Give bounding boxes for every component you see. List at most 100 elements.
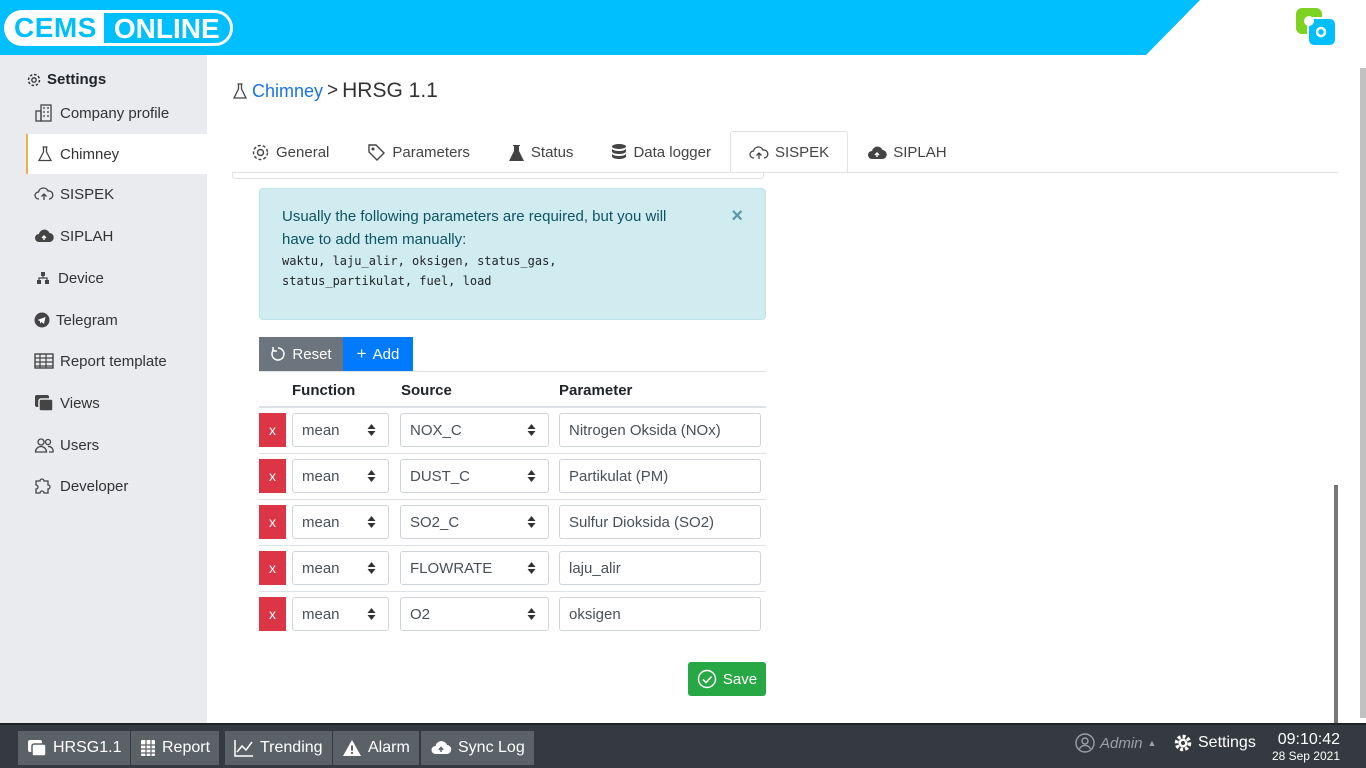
reset-button-label: Reset: [292, 345, 332, 363]
save-button[interactable]: Save: [688, 662, 766, 696]
function-select[interactable]: mean: [292, 597, 389, 631]
add-button[interactable]: + Add: [343, 337, 413, 371]
sidebar-item-views[interactable]: Views: [26, 383, 207, 423]
sidebar-item-telegram[interactable]: Telegram: [26, 300, 207, 340]
column-header-function: Function: [292, 382, 356, 399]
panel-scrollbar[interactable]: [1334, 485, 1338, 723]
sidebar-title-label: Settings: [47, 71, 107, 88]
save-button-label: Save: [722, 670, 758, 688]
taskbar-button-hrsg[interactable]: HRSG1.1: [18, 731, 131, 765]
app-grid-icon[interactable]: [1294, 6, 1340, 50]
settings-button[interactable]: Settings: [1173, 733, 1256, 753]
sort-caret-icon: [527, 562, 536, 574]
bottom-taskbar: HRSG1.1 Report Trending Alarm Sync Log A…: [0, 723, 1366, 768]
table-row: x mean SO2_C Sulfur Dioksida (SO2): [259, 500, 766, 546]
source-select[interactable]: FLOWRATE: [400, 551, 549, 585]
cloud-upload-icon: [35, 229, 54, 243]
source-select-value: O2: [410, 605, 431, 623]
source-select-value: SO2_C: [410, 513, 460, 531]
taskbar-button-sync-log[interactable]: Sync Log: [421, 731, 534, 765]
tab-sispek[interactable]: SISPEK: [730, 131, 849, 173]
database-icon: [612, 144, 627, 159]
taskbar-button-label: Alarm: [368, 739, 410, 756]
flask-icon: [232, 83, 248, 99]
user-menu[interactable]: Admin ▲: [1075, 733, 1156, 753]
sidebar-item-label: Report template: [60, 352, 167, 370]
tab-parameters[interactable]: Parameters: [348, 131, 489, 173]
delete-row-button[interactable]: x: [259, 597, 286, 631]
sidebar: Settings Company profile Chimney SISPEK …: [0, 55, 207, 723]
tab-label: Parameters: [392, 144, 470, 161]
gear-icon: [252, 144, 269, 161]
sidebar-item-users[interactable]: Users: [26, 425, 207, 465]
sidebar-title: Settings: [26, 71, 106, 88]
page-title: HRSG 1.1: [342, 79, 438, 102]
window-icon: [35, 395, 54, 412]
source-select[interactable]: O2: [400, 597, 549, 631]
sort-caret-icon: [367, 424, 376, 436]
function-select-value: mean: [302, 421, 340, 439]
table-row: x mean DUST_C Partikulat (PM): [259, 454, 766, 500]
parameter-input[interactable]: Partikulat (PM): [559, 459, 761, 493]
sidebar-item-developer[interactable]: Developer: [26, 466, 207, 506]
sidebar-item-label: SIPLAH: [60, 227, 114, 245]
tab-status[interactable]: Status: [489, 131, 593, 173]
warning-icon: [343, 740, 361, 756]
chart-icon: [234, 740, 253, 757]
sidebar-item-siplah[interactable]: SIPLAH: [26, 216, 207, 256]
sidebar-item-label: Device: [58, 269, 104, 287]
delete-row-button[interactable]: x: [259, 459, 286, 493]
function-select[interactable]: mean: [292, 551, 389, 585]
source-select-value: DUST_C: [410, 467, 471, 485]
alert-close-button[interactable]: ×: [731, 205, 743, 228]
building-icon: [35, 104, 52, 122]
taskbar-button-label: HRSG1.1: [53, 739, 122, 756]
taskbar-button-trending[interactable]: Trending: [225, 731, 332, 765]
sidebar-item-report-template[interactable]: Report template: [26, 341, 207, 381]
sort-caret-icon: [527, 470, 536, 482]
delete-row-button[interactable]: x: [259, 413, 286, 447]
taskbar-button-report[interactable]: Report: [131, 731, 220, 765]
function-select[interactable]: mean: [292, 459, 389, 493]
sidebar-item-label: Telegram: [56, 311, 118, 329]
source-select[interactable]: DUST_C: [400, 459, 549, 493]
function-select[interactable]: mean: [292, 413, 389, 447]
breadcrumb-separator: >: [327, 80, 339, 101]
sort-caret-icon: [367, 516, 376, 528]
delete-row-button[interactable]: x: [259, 505, 286, 539]
parameter-input[interactable]: laju_alir: [559, 551, 761, 585]
app-logo[interactable]: CEMS ONLINE: [4, 9, 233, 47]
sort-caret-icon: [367, 562, 376, 574]
source-select[interactable]: NOX_C: [400, 413, 549, 447]
tab-data-logger[interactable]: Data logger: [592, 131, 730, 173]
clock-date: 28 Sep 2021: [1271, 749, 1340, 763]
page-scrollbar-thumb[interactable]: [1360, 68, 1366, 718]
sidebar-item-label: Company profile: [60, 104, 170, 122]
sidebar-item-sispek[interactable]: SISPEK: [26, 174, 207, 214]
cloud-upload-icon: [868, 146, 887, 159]
table-icon: [34, 353, 54, 369]
user-circle-icon: [1075, 733, 1095, 753]
function-select[interactable]: mean: [292, 505, 389, 539]
breadcrumb-link-chimney[interactable]: Chimney: [252, 81, 323, 102]
source-select[interactable]: SO2_C: [400, 505, 549, 539]
table-row: x mean FLOWRATE laju_alir: [259, 546, 766, 592]
parameter-input[interactable]: Sulfur Dioksida (SO2): [559, 505, 761, 539]
sidebar-item-company-profile[interactable]: Company profile: [26, 93, 207, 133]
taskbar-button-alarm[interactable]: Alarm: [333, 731, 419, 765]
tab-label: General: [276, 144, 330, 161]
tab-siplah[interactable]: SIPLAH: [848, 131, 965, 173]
report-icon: [141, 740, 155, 756]
sidebar-item-label: SISPEK: [60, 185, 115, 203]
delete-row-button[interactable]: x: [259, 551, 286, 585]
puzzle-icon: [35, 478, 51, 494]
sidebar-item-device[interactable]: Device: [26, 258, 207, 298]
parameter-input[interactable]: oksigen: [559, 597, 761, 631]
source-select-value: NOX_C: [410, 421, 462, 439]
tab-label: Data logger: [633, 144, 711, 161]
sidebar-item-chimney[interactable]: Chimney: [26, 134, 207, 174]
tab-general[interactable]: General: [232, 131, 348, 173]
tag-icon: [368, 144, 386, 161]
parameter-input[interactable]: Nitrogen Oksida (NOx): [559, 413, 761, 447]
reset-button[interactable]: Reset: [259, 337, 343, 371]
